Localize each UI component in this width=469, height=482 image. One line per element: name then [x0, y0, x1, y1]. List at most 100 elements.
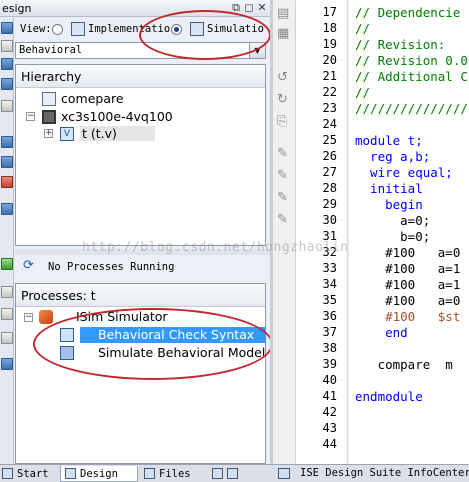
tab-start[interactable]: Start — [2, 466, 58, 482]
code-editor[interactable]: // Dependencie // // Revision: // Revisi… — [349, 0, 469, 464]
line-number: 34 — [322, 277, 337, 291]
infocenter-icon — [278, 468, 290, 479]
bookmark-1-icon[interactable]: ✎ — [277, 146, 288, 161]
refresh-icon[interactable]: ⟳ — [23, 259, 37, 273]
chevron-down-icon[interactable]: ▼ — [249, 43, 265, 58]
verilog-icon: V — [60, 127, 74, 141]
implementation-icon — [71, 22, 85, 36]
editor-tool-2-icon[interactable]: ▦ — [277, 26, 289, 41]
line-number: 28 — [322, 181, 337, 195]
expand-icon[interactable]: + — [44, 129, 53, 138]
line-number: 19 — [322, 37, 337, 51]
simulation-label[interactable]: Simulatio — [207, 23, 264, 35]
bookmark-2-icon[interactable]: ✎ — [277, 168, 288, 183]
simulate-icon — [60, 346, 74, 360]
line-number: 23 — [322, 101, 337, 115]
add-source-icon[interactable] — [1, 40, 13, 52]
editor-tool-4-icon[interactable]: ↻ — [277, 92, 288, 107]
processes-header: Processes: t — [16, 284, 265, 307]
restore-icon[interactable]: ⧉ — [230, 2, 242, 14]
collapse-icon[interactable]: − — [26, 112, 35, 121]
hierarchy-item-t[interactable]: t (t.v) — [80, 126, 155, 141]
code-line: // Additional C — [355, 69, 468, 84]
processes-title: Processes: t — [21, 288, 96, 303]
files-icon — [144, 468, 155, 479]
code-line: #100 a=0 — [355, 293, 461, 308]
hierarchy-item-comepare[interactable]: comepare — [61, 91, 124, 106]
process-item-check-syntax[interactable]: Behavioral Check Syntax — [98, 327, 254, 342]
proc-icon-1[interactable] — [1, 286, 13, 298]
code-line: #100 a=1 — [355, 277, 461, 292]
check-syntax-icon — [60, 328, 74, 342]
grid-icon[interactable] — [1, 203, 13, 215]
line-number: 20 — [322, 53, 337, 67]
left-tool-strip — [0, 18, 14, 464]
implementation-radio[interactable] — [52, 24, 63, 35]
tab-design[interactable]: Design — [60, 466, 138, 482]
properties-icon[interactable] — [1, 78, 13, 90]
line-number: 29 — [322, 197, 337, 211]
bookmark-3-icon[interactable]: ✎ — [277, 190, 288, 205]
line-number-gutter: 17 18 19 20 21 22 23 24 25 26 27 28 29 3… — [296, 0, 348, 464]
code-line: endmodule — [355, 389, 423, 404]
line-number: 42 — [322, 405, 337, 419]
code-line: /////////////// — [355, 101, 468, 116]
process-item-simulate[interactable]: Simulate Behavioral Model — [98, 345, 265, 360]
line-number: 30 — [322, 213, 337, 227]
close-icon[interactable]: ✕ — [256, 2, 268, 14]
proc-icon-4[interactable] — [1, 358, 13, 370]
sheet-icon[interactable] — [1, 136, 13, 148]
view-mode-value: Behavioral — [19, 44, 83, 56]
proc-icon-3[interactable] — [1, 332, 13, 344]
editor-tool-5-icon[interactable]: ⎘ — [277, 114, 287, 129]
check-icon[interactable] — [1, 176, 13, 188]
tab-libraries[interactable] — [212, 466, 268, 482]
view-mode-select[interactable]: Behavioral ▼ — [15, 42, 266, 59]
line-number: 36 — [322, 309, 337, 323]
line-number: 40 — [322, 373, 337, 387]
line-number: 33 — [322, 261, 337, 275]
code-line: initial — [355, 181, 423, 196]
line-number: 25 — [322, 133, 337, 147]
code-line: // Revision: — [355, 37, 446, 52]
line-number: 18 — [322, 21, 337, 35]
line-number: 43 — [322, 421, 337, 435]
line-number: 39 — [322, 357, 337, 371]
simulation-icon — [190, 22, 204, 36]
start-icon — [2, 468, 13, 479]
simulation-radio[interactable] — [171, 24, 182, 35]
new-source-icon[interactable] — [1, 22, 13, 34]
processes-panel: Processes: t − ISim Simulator Behavioral… — [15, 283, 266, 464]
hierarchy-header: Hierarchy — [16, 65, 265, 88]
line-number: 27 — [322, 165, 337, 179]
view-bar: View: Implementatio Simulatio — [14, 18, 270, 42]
hierarchy-item-device[interactable]: xc3s100e-4vq100 — [61, 109, 173, 124]
code-line: #100 a=1 — [355, 261, 461, 276]
proc-icon-2[interactable] — [1, 308, 13, 320]
collapse-icon[interactable]: − — [24, 313, 33, 322]
code-line: #100 a=0 — [355, 245, 461, 260]
line-number: 37 — [322, 325, 337, 339]
implementation-label[interactable]: Implementatio — [88, 23, 170, 35]
editor-tool-3-icon[interactable]: ↺ — [277, 70, 288, 85]
maximize-icon[interactable]: ◻ — [243, 2, 255, 14]
code-line: module t; — [355, 133, 423, 148]
bookmark-4-icon[interactable]: ✎ — [277, 212, 288, 227]
line-number: 26 — [322, 149, 337, 163]
copy-source-icon[interactable] — [1, 58, 13, 70]
infocenter-tab[interactable]: ISE Design Suite InfoCenter — [270, 464, 469, 482]
hierarchy-title: Hierarchy — [21, 69, 82, 84]
hierarchy-icon[interactable] — [1, 100, 13, 112]
editor-tool-strip: ▤ ▦ ↺ ↻ ⎘ ✎ ✎ ✎ ✎ — [273, 0, 296, 464]
code-line: end — [355, 325, 408, 340]
line-number: 17 — [322, 5, 337, 19]
code-line: // — [355, 85, 371, 100]
run-icon[interactable] — [1, 258, 13, 270]
hierarchy-panel: Hierarchy comepare − xc3s100e-4vq100 + V… — [15, 64, 266, 246]
editor-tool-1-icon[interactable]: ▤ — [277, 6, 289, 21]
bottom-tab-bar: Start Design Files — [0, 464, 270, 482]
process-item-isim[interactable]: ISim Simulator — [76, 309, 168, 324]
libraries-icon — [212, 468, 223, 479]
tab-files[interactable]: Files — [144, 466, 206, 482]
list-icon[interactable] — [1, 156, 13, 168]
